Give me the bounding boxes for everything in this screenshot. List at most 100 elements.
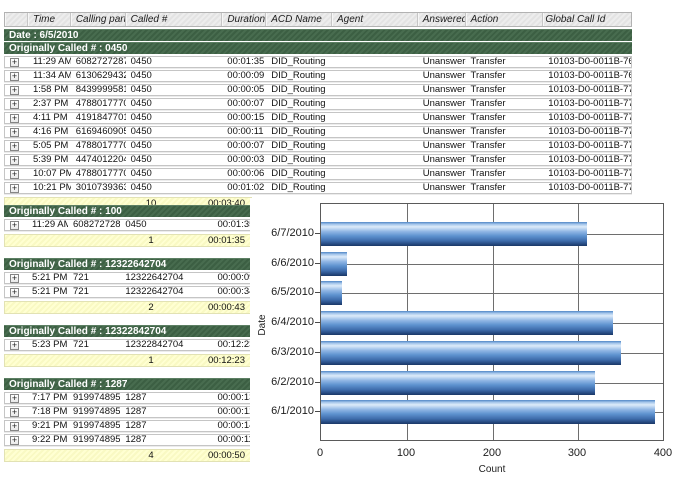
group-header: Originally Called # : 100 — [4, 205, 256, 217]
expand-row-button[interactable]: + — [10, 184, 19, 193]
cell-calling: 6130629432 — [71, 71, 126, 81]
column-header-global-call-id: Global Call Id — [543, 13, 631, 26]
cell-duration: 00:00:11 — [222, 127, 266, 137]
cell-duration: 00:00:09 — [222, 71, 266, 81]
expand-cell: + — [5, 169, 28, 179]
expand-row-button[interactable]: + — [10, 86, 19, 95]
cell-acd: DID_Routing — [266, 183, 332, 193]
cell-calling: 6169460905 — [71, 127, 126, 137]
cell-calling: 9199748952 — [68, 435, 120, 445]
expand-cell: + — [5, 57, 28, 67]
cell-time: 5:05 PM — [28, 141, 71, 151]
expand-row-button[interactable]: + — [10, 156, 19, 165]
expand-cell: + — [5, 273, 27, 283]
expand-row-button[interactable]: + — [10, 100, 19, 109]
expand-row-button[interactable]: + — [10, 436, 19, 445]
expand-cell: + — [5, 85, 28, 95]
cell-time: 5:23 PM — [27, 340, 68, 350]
cell-calling: 4191847701 — [71, 113, 126, 123]
cell-action: Transfer — [466, 57, 544, 67]
cell-duration: 00:00:03 — [222, 155, 266, 165]
table-row: +9:22 PM9199748952128700:00:11 — [4, 434, 256, 446]
expand-row-button[interactable]: + — [10, 274, 19, 283]
x-tick-label: 400 — [641, 447, 676, 459]
gridline-horizontal — [321, 264, 663, 265]
column-header-called: Called # — [126, 13, 223, 26]
group-summary-row: 100:01:35 — [4, 234, 252, 247]
y-tick-label: 6/3/2010 — [250, 346, 314, 358]
cell-answered: Unanswered — [418, 71, 466, 81]
expand-row-button[interactable]: + — [10, 221, 19, 230]
cell-calling: 6082727287 — [71, 57, 126, 67]
expand-row-button[interactable]: + — [10, 142, 19, 151]
expand-cell: + — [5, 71, 28, 81]
cell-duration: 00:00:13 — [212, 393, 255, 403]
x-tick-label: 300 — [555, 447, 599, 459]
chart-bar — [321, 222, 587, 246]
cell-action: Transfer — [466, 127, 544, 137]
cell-action: Transfer — [466, 99, 544, 109]
expand-row-button[interactable]: + — [10, 58, 19, 67]
expand-row-button[interactable]: + — [10, 422, 19, 431]
cell-called: 0450 — [126, 169, 223, 179]
cell-called: 0450 — [126, 183, 223, 193]
expand-row-button[interactable]: + — [10, 114, 19, 123]
table-row: +5:21 PM7211232264270400:00:34 — [4, 286, 256, 298]
summary-call-count: 2 — [126, 302, 176, 313]
expand-row-button[interactable]: + — [10, 341, 19, 350]
cell-gcid: 10103-D0-0011B-772 — [543, 113, 631, 123]
expand-cell: + — [5, 127, 28, 137]
cell-called: 12322642704 — [120, 287, 212, 297]
cell-called: 12322642704 — [120, 273, 212, 283]
cell-called: 0450 — [126, 99, 223, 109]
expand-row-button[interactable]: + — [10, 408, 19, 417]
y-tick-label: 6/7/2010 — [250, 227, 314, 239]
table-row: +1:58 PM8439999581045000:00:05DID_Routin… — [4, 84, 632, 96]
cell-answered: Unanswered — [418, 141, 466, 151]
expand-cell: + — [5, 393, 27, 403]
cell-gcid: 10103-D0-0011B-768 — [543, 57, 631, 67]
chart-bar — [321, 400, 655, 424]
cell-duration: 00:00:15 — [222, 113, 266, 123]
cell-calling: 4788017770 — [71, 141, 126, 151]
x-tick-label: 200 — [470, 447, 514, 459]
report-page: TimeCalling party #Called #DurationACD N… — [0, 0, 676, 485]
expand-row-button[interactable]: + — [10, 72, 19, 81]
chart-bar — [321, 371, 595, 395]
cell-duration: 00:00:09 — [212, 273, 255, 283]
cell-gcid: 10103-D0-0011B-771 — [543, 99, 631, 109]
cell-agent — [332, 155, 418, 165]
y-tick-mark — [315, 411, 320, 412]
expand-row-button[interactable]: + — [10, 170, 19, 179]
summary-spacer — [5, 450, 126, 461]
group-section: Originally Called # : 100+11:29 AM608272… — [4, 205, 256, 247]
table-row: +7:18 PM9199748952128700:00:12 — [4, 406, 256, 418]
cell-called: 12322842704 — [120, 340, 212, 350]
report-group-sections: Originally Called # : 100+11:29 AM608272… — [4, 205, 256, 473]
table-row: +9:21 PM9199748952128700:00:14 — [4, 420, 256, 432]
expand-row-button[interactable]: + — [10, 128, 19, 137]
y-tick-mark — [315, 352, 320, 353]
cell-answered: Unanswered — [418, 113, 466, 123]
summary-total-duration: 00:12:23 — [176, 355, 251, 366]
cell-agent — [332, 141, 418, 151]
column-header-action: Action — [466, 13, 544, 26]
cell-gcid: 10103-D0-0011B-774 — [543, 141, 631, 151]
cell-calling: 721 — [68, 287, 120, 297]
expand-row-button[interactable]: + — [10, 288, 19, 297]
chart-plot-area — [320, 203, 664, 441]
cell-called: 0450 — [126, 71, 223, 81]
cell-action: Transfer — [466, 169, 544, 179]
y-tick-mark — [315, 292, 320, 293]
cell-acd: DID_Routing — [266, 169, 332, 179]
cell-calling: 8439999581 — [71, 85, 126, 95]
expand-cell: + — [5, 421, 27, 431]
calls-per-day-bar-chart: Date 6/7/20106/6/20106/5/20106/4/20106/3… — [250, 198, 676, 485]
expand-cell: + — [5, 340, 27, 350]
expand-row-button[interactable]: + — [10, 394, 19, 403]
summary-spacer — [5, 235, 126, 246]
cell-duration: 00:00:05 — [222, 85, 266, 95]
cell-answered: Unanswered — [418, 57, 466, 67]
cell-duration: 00:00:14 — [212, 421, 255, 431]
cell-agent — [332, 57, 418, 67]
